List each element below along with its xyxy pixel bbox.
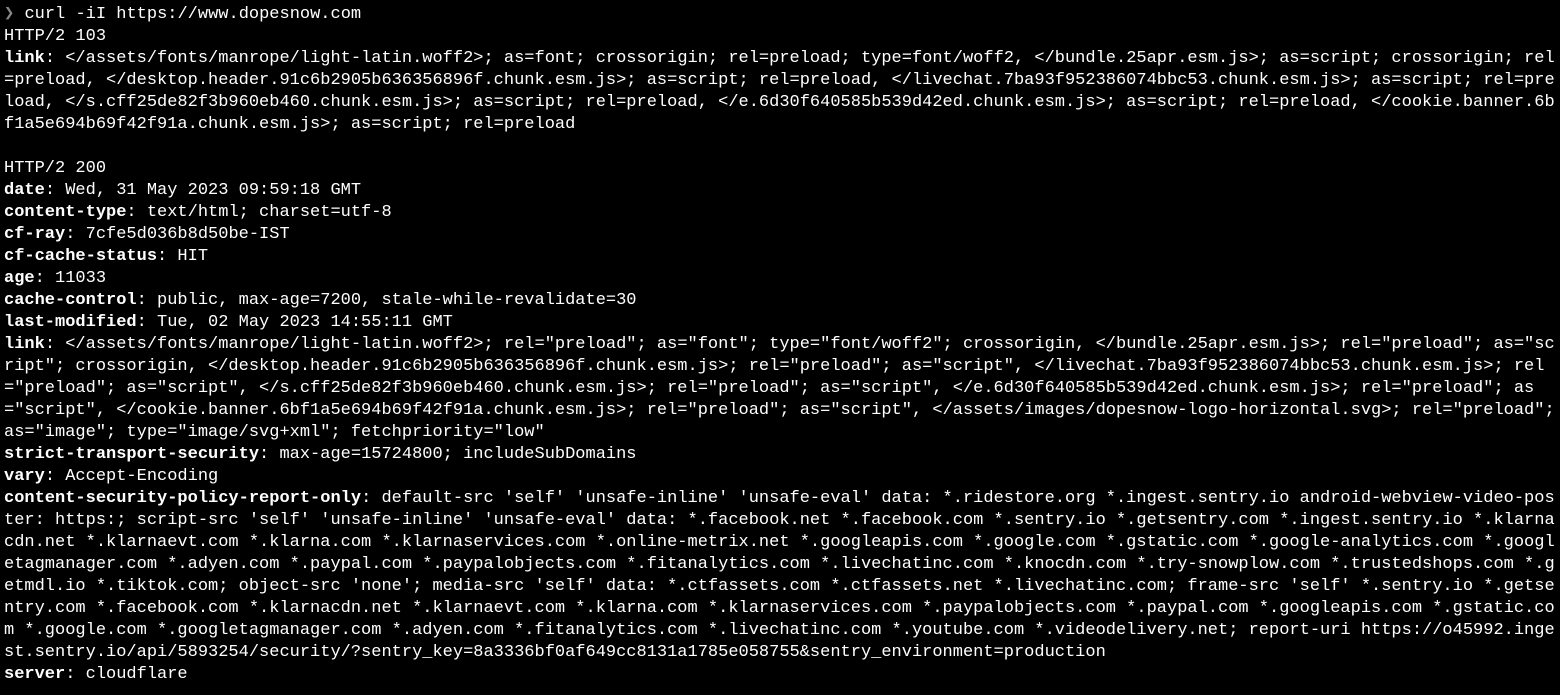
header-row: cache-control: public, max-age=7200, sta… [4, 290, 1556, 312]
header-row: vary: Accept-Encoding [4, 466, 1556, 488]
header-row: last-modified: Tue, 02 May 2023 14:55:11… [4, 312, 1556, 334]
command-text: curl -iI https://www.dopesnow.com [24, 5, 361, 24]
header-name: last-modified [4, 313, 137, 332]
terminal-output[interactable]: ❯ curl -iI https://www.dopesnow.com HTTP… [4, 4, 1556, 686]
header-value: : text/html; charset=utf-8 [126, 203, 391, 222]
header-value: : public, max-age=7200, stale-while-reva… [137, 291, 637, 310]
header-row: cf-cache-status: HIT [4, 246, 1556, 268]
header-name: content-type [4, 203, 126, 222]
header-value: : 7cfe5d036b8d50be-IST [65, 225, 289, 244]
status-103: HTTP/2 103 [4, 26, 1556, 48]
header-value: : Accept-Encoding [45, 467, 218, 486]
header-row: strict-transport-security: max-age=15724… [4, 444, 1556, 466]
prompt-symbol: ❯ [4, 5, 14, 24]
header-name: link [4, 49, 45, 68]
status-200: HTTP/2 200 [4, 158, 1556, 180]
header-name: link [4, 335, 45, 354]
header-row: cf-ray: 7cfe5d036b8d50be-IST [4, 224, 1556, 246]
header-value: : cloudflare [65, 665, 187, 684]
header-name: vary [4, 467, 45, 486]
header-value: : </assets/fonts/manrope/light-latin.wof… [4, 335, 1555, 442]
header-row: server: cloudflare [4, 664, 1556, 686]
header-name: server [4, 665, 65, 684]
header-value: : Tue, 02 May 2023 14:55:11 GMT [137, 313, 453, 332]
header-value: : default-src 'self' 'unsafe-inline' 'un… [4, 489, 1555, 662]
header-name: age [4, 269, 35, 288]
header-name: strict-transport-security [4, 445, 259, 464]
header-row: link: </assets/fonts/manrope/light-latin… [4, 334, 1556, 444]
header-value: : Wed, 31 May 2023 09:59:18 GMT [45, 181, 361, 200]
command-line: ❯ curl -iI https://www.dopesnow.com [4, 4, 1556, 26]
header-name: cache-control [4, 291, 137, 310]
header-row: link: </assets/fonts/manrope/light-latin… [4, 48, 1556, 136]
header-name: cf-ray [4, 225, 65, 244]
header-row: content-type: text/html; charset=utf-8 [4, 202, 1556, 224]
blank-line [4, 136, 1556, 158]
header-value: : max-age=15724800; includeSubDomains [259, 445, 636, 464]
header-value: : 11033 [35, 269, 106, 288]
header-row: age: 11033 [4, 268, 1556, 290]
header-value: : HIT [157, 247, 208, 266]
header-row: content-security-policy-report-only: def… [4, 488, 1556, 664]
header-name: date [4, 181, 45, 200]
header-value: : </assets/fonts/manrope/light-latin.wof… [4, 49, 1555, 134]
header-name: content-security-policy-report-only [4, 489, 361, 508]
header-row: date: Wed, 31 May 2023 09:59:18 GMT [4, 180, 1556, 202]
header-name: cf-cache-status [4, 247, 157, 266]
